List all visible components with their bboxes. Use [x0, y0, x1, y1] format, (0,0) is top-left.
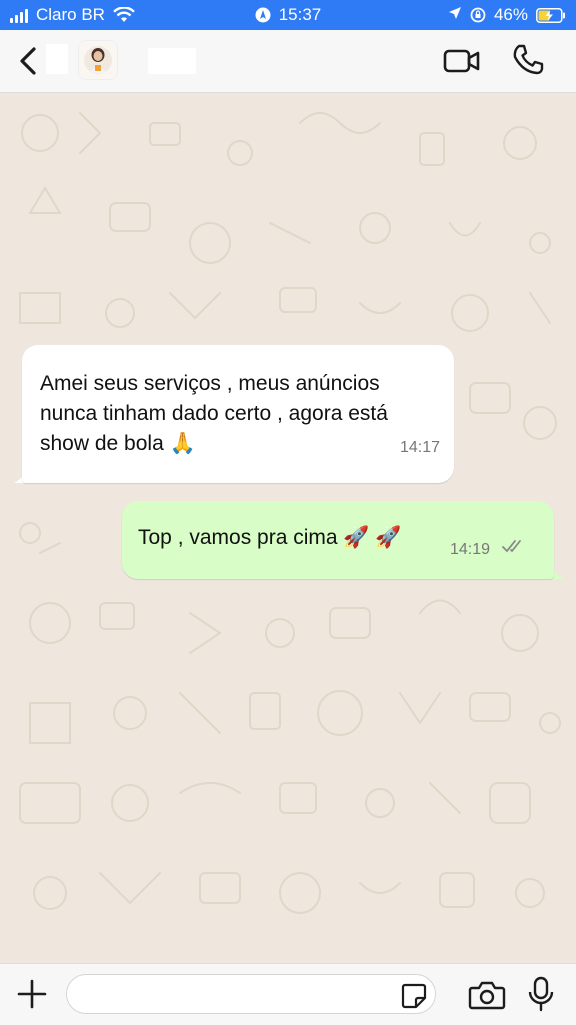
message-line: Amei seus serviços , meus anúncios	[40, 372, 380, 395]
double-check-icon	[502, 540, 521, 553]
battery-charging-icon	[536, 7, 566, 23]
message-line: nunca tinham dado certo , agora está	[40, 402, 388, 425]
praying-hands-emoji: 🙏	[169, 432, 196, 456]
message-line: show de bola 🙏	[40, 429, 440, 459]
sticker-button[interactable]	[400, 982, 428, 1010]
status-bar: Claro BR 15:37 46%	[0, 0, 576, 30]
battery-percent: 46%	[493, 5, 528, 24]
contact-photo-icon	[79, 41, 117, 79]
plus-icon	[17, 979, 47, 1009]
incoming-message-bubble[interactable]: Amei seus serviços , meus anúncios nunca…	[22, 345, 454, 483]
redacted-contact-info	[46, 44, 68, 74]
avatar[interactable]	[78, 40, 118, 80]
microphone-button[interactable]	[526, 976, 556, 1012]
voice-call-button[interactable]	[510, 42, 546, 78]
navigation-arrow-icon	[255, 7, 271, 23]
redacted-contact-name	[148, 48, 196, 74]
status-time: 15:37	[278, 5, 322, 24]
video-camera-icon	[443, 49, 480, 73]
chat-area[interactable]: Amei seus serviços , meus anúncios nunca…	[0, 93, 576, 963]
rocket-emoji: 🚀 🚀	[343, 526, 402, 550]
outgoing-message-text: Top , vamos pra cima 🚀 🚀	[138, 523, 402, 553]
phone-icon	[513, 44, 544, 75]
camera-icon	[468, 981, 506, 1010]
rotation-lock-icon	[470, 7, 486, 23]
chevron-left-icon	[20, 47, 36, 75]
camera-button[interactable]	[468, 980, 506, 1010]
input-bar	[0, 963, 576, 1025]
message-line-text: show de bola	[40, 432, 164, 455]
location-arrow-icon	[448, 5, 462, 25]
outgoing-message-bubble[interactable]: Top , vamos pra cima 🚀 🚀 14:19	[122, 501, 554, 579]
outgoing-message-time: 14:19	[450, 541, 491, 558]
microphone-icon	[528, 976, 554, 1012]
video-call-button[interactable]	[442, 44, 482, 78]
incoming-message-text: Amei seus serviços , meus anúncios nunca…	[40, 369, 440, 459]
chat-header	[0, 30, 576, 93]
incoming-message-time: 14:17	[399, 439, 440, 456]
back-button[interactable]	[14, 44, 42, 78]
message-input[interactable]	[66, 974, 436, 1014]
add-attachment-button[interactable]	[16, 978, 48, 1010]
sticker-icon	[401, 983, 427, 1009]
message-line-text: Top , vamos pra cima	[138, 526, 338, 549]
